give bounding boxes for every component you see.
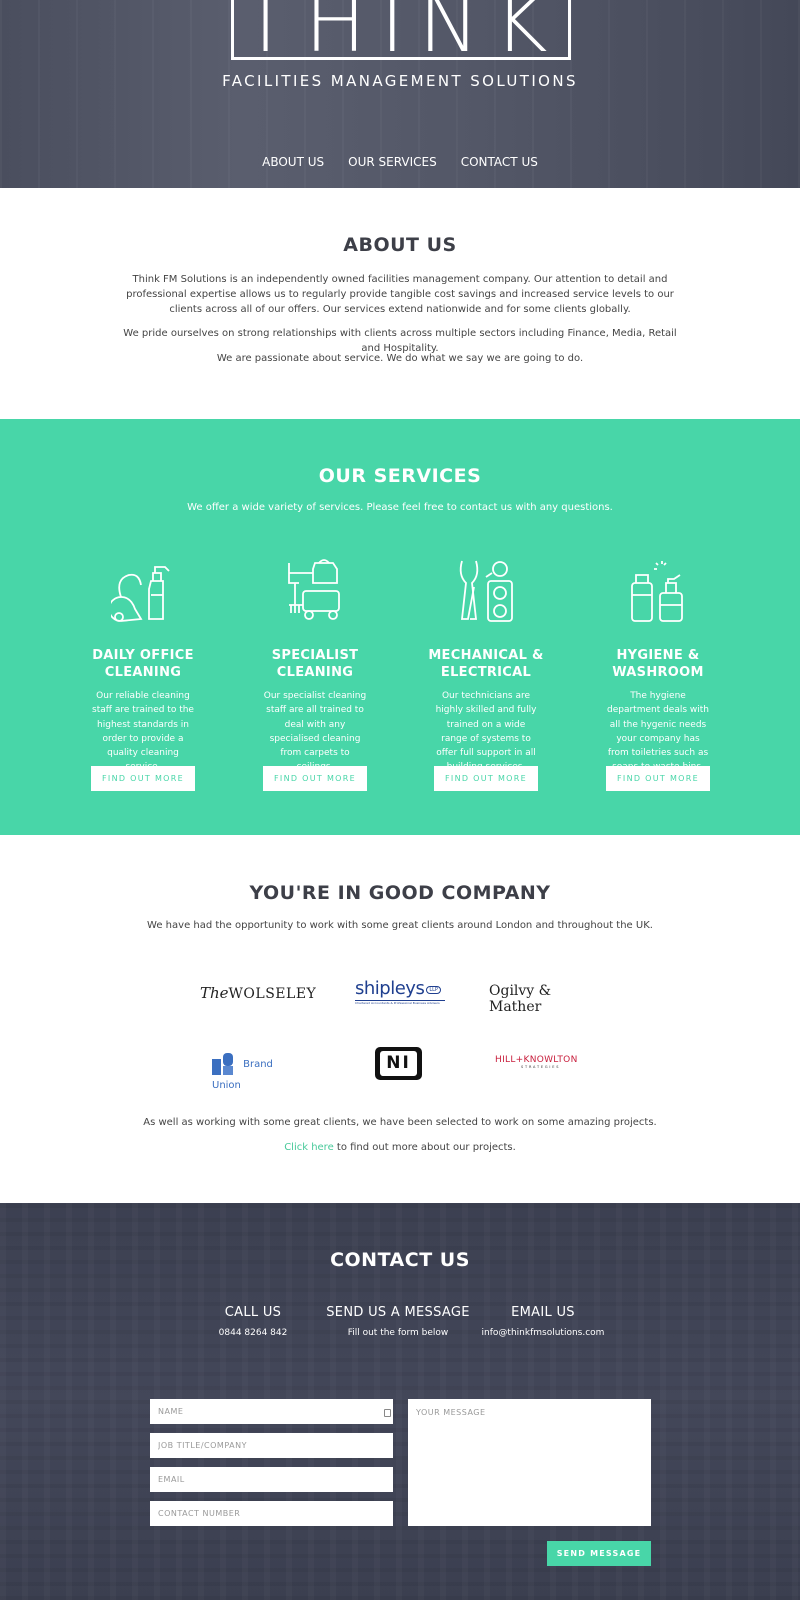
service-description: The hygiene department deals with all th… bbox=[606, 691, 709, 772]
find-out-more-button-specialist-cleaning[interactable]: FIND OUT MORE bbox=[263, 766, 367, 791]
services-title: OUR SERVICES bbox=[318, 465, 482, 487]
about-paragraph-3: We are passionate about service. We do w… bbox=[216, 353, 584, 364]
service-description: Our specialist cleaning staff are all tr… bbox=[263, 691, 367, 772]
client-logo-shipleys: shipleys LLP Chartered Accountants & Prof… bbox=[355, 978, 445, 1010]
clients-title: YOU'RE IN GOOD COMPANY bbox=[249, 882, 551, 904]
contact-title: CONTACT US bbox=[330, 1249, 470, 1271]
message-textarea[interactable] bbox=[408, 1399, 651, 1526]
vacuum-spray-icon bbox=[108, 566, 170, 622]
nav-about-us[interactable]: ABOUT US bbox=[262, 155, 324, 169]
service-title: DAILY OFFICE CLEANING bbox=[92, 648, 194, 680]
client-logo-brand-union: Brand Union bbox=[212, 1053, 302, 1091]
job-title-company-input[interactable] bbox=[150, 1433, 393, 1458]
click-here-link[interactable]: Click here bbox=[284, 1142, 334, 1153]
name-input[interactable] bbox=[150, 1399, 393, 1424]
hero-banner: THINK FACILITIES MANAGEMENT SOLUTIONS AB… bbox=[0, 0, 800, 188]
autofill-icon[interactable] bbox=[384, 1409, 391, 1417]
client-logo-the-wolseley: TheWOLSELEY bbox=[200, 984, 317, 1002]
client-logo-hill-knowlton: HILL+KNOWLTON STRATEGIES bbox=[495, 1055, 578, 1069]
brand-union-mark-icon bbox=[212, 1053, 233, 1075]
main-nav: ABOUT US OUR SERVICES CONTACT US bbox=[0, 155, 800, 169]
email-address[interactable]: info@thinkfmsolutions.com bbox=[453, 1328, 633, 1338]
client-logo-ni: NI bbox=[375, 1047, 422, 1080]
find-out-more-button-hygiene-washroom[interactable]: FIND OUT MORE bbox=[606, 766, 710, 791]
service-card-specialist-cleaning: SPECIALIST CLEANING Our specialist cleani… bbox=[255, 559, 375, 775]
service-card-daily-office-cleaning: DAILY OFFICE CLEANING Our reliable cleani… bbox=[83, 559, 203, 775]
service-title: HYGIENE & WASHROOM bbox=[612, 648, 704, 680]
service-title: SPECIALIST CLEANING bbox=[271, 648, 359, 680]
contact-number-input[interactable] bbox=[150, 1501, 393, 1526]
client-logo-ogilvy-mather: Ogilvy & Mather bbox=[489, 983, 552, 1015]
pliers-socket-icon bbox=[459, 560, 513, 622]
send-message-button[interactable]: SEND MESSAGE bbox=[547, 1541, 651, 1566]
find-out-more-button-mechanical-electrical[interactable]: FIND OUT MORE bbox=[434, 766, 538, 791]
services-intro: We offer a wide variety of services. Ple… bbox=[187, 502, 613, 513]
services-section: OUR SERVICES We offer a wide variety of … bbox=[0, 419, 800, 835]
email-us-heading: EMAIL US bbox=[511, 1305, 575, 1320]
soap-bottles-icon bbox=[631, 561, 683, 622]
find-out-more-button-daily-office-cleaning[interactable]: FIND OUT MORE bbox=[91, 766, 195, 791]
service-title: MECHANICAL & ELECTRICAL bbox=[428, 648, 544, 680]
projects-text: As well as working with some great clien… bbox=[143, 1117, 657, 1128]
service-description: Our technicians are highly skilled and f… bbox=[435, 691, 537, 772]
contact-email-us: EMAIL US info@thinkfmsolutions.com bbox=[453, 1305, 633, 1338]
cleaning-cart-icon bbox=[288, 559, 340, 620]
tagline: FACILITIES MANAGEMENT SOLUTIONS bbox=[222, 72, 578, 90]
email-input[interactable] bbox=[150, 1467, 393, 1492]
service-description: Our reliable cleaning staff are trained … bbox=[92, 691, 194, 772]
about-title: ABOUT US bbox=[343, 234, 457, 256]
about-paragraph-1: Think FM Solutions is an independently o… bbox=[126, 274, 674, 315]
think-logo[interactable]: THINK bbox=[231, 0, 571, 60]
logo-text: THINK bbox=[240, 0, 562, 60]
contact-section: CONTACT US CALL US 0844 8264 842 SEND US… bbox=[0, 1203, 800, 1600]
nav-our-services[interactable]: OUR SERVICES bbox=[348, 155, 437, 169]
clients-section: YOU'RE IN GOOD COMPANY We have had the o… bbox=[0, 835, 800, 1203]
about-section: ABOUT US Think FM Solutions is an indepe… bbox=[0, 188, 800, 419]
service-card-mechanical-electrical: MECHANICAL & ELECTRICAL Our technicians a… bbox=[426, 559, 546, 775]
nav-contact-us[interactable]: CONTACT US bbox=[461, 155, 538, 169]
clients-intro: We have had the opportunity to work with… bbox=[147, 920, 653, 931]
projects-link-line: Click here to find out more about our pr… bbox=[284, 1142, 516, 1153]
service-card-hygiene-washroom: HYGIENE & WASHROOM The hygiene department… bbox=[598, 559, 718, 775]
